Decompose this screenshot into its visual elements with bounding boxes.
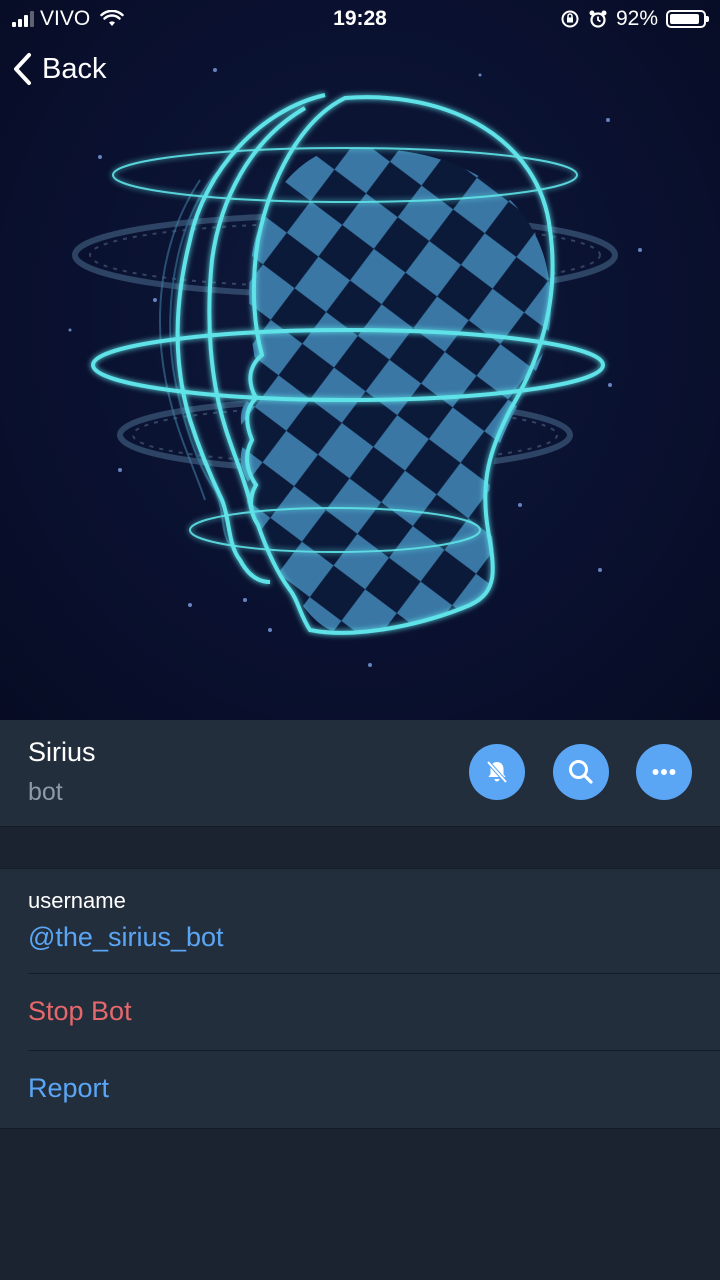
wifi-icon bbox=[100, 10, 124, 26]
chevron-left-icon bbox=[14, 53, 31, 85]
rotation-lock-icon bbox=[561, 10, 579, 28]
profile-subtitle: bot bbox=[28, 778, 63, 806]
back-button[interactable]: Back bbox=[12, 52, 106, 86]
ai-head-illustration bbox=[68, 68, 642, 667]
battery-icon bbox=[666, 10, 709, 28]
more-dots-icon bbox=[652, 769, 676, 775]
alarm-icon bbox=[589, 10, 607, 28]
status-left: VIVO bbox=[0, 7, 124, 31]
divider bbox=[28, 973, 720, 974]
more-button[interactable] bbox=[636, 744, 692, 800]
mute-button[interactable] bbox=[469, 744, 525, 800]
status-right: 92% bbox=[560, 7, 720, 31]
profile-header bbox=[0, 720, 720, 826]
status-bar: VIVO 19:28 92% bbox=[0, 0, 720, 38]
carrier-name: VIVO bbox=[40, 7, 91, 30]
stop-bot-button[interactable]: Stop Bot bbox=[28, 996, 132, 1027]
username-link[interactable]: @the_sirius_bot bbox=[28, 922, 224, 953]
search-button[interactable] bbox=[553, 744, 609, 800]
back-label: Back bbox=[42, 52, 107, 85]
profile-name: Sirius bbox=[28, 737, 96, 767]
bell-slash-icon bbox=[486, 760, 508, 784]
divider bbox=[28, 1050, 720, 1051]
cellular-signal-icon bbox=[12, 11, 34, 27]
report-button[interactable]: Report bbox=[28, 1073, 109, 1104]
section-gap bbox=[0, 826, 720, 869]
search-icon bbox=[569, 760, 593, 784]
username-label: username bbox=[28, 888, 126, 913]
profile-photo[interactable] bbox=[0, 0, 720, 720]
battery-percent: 92% bbox=[615, 7, 658, 30]
